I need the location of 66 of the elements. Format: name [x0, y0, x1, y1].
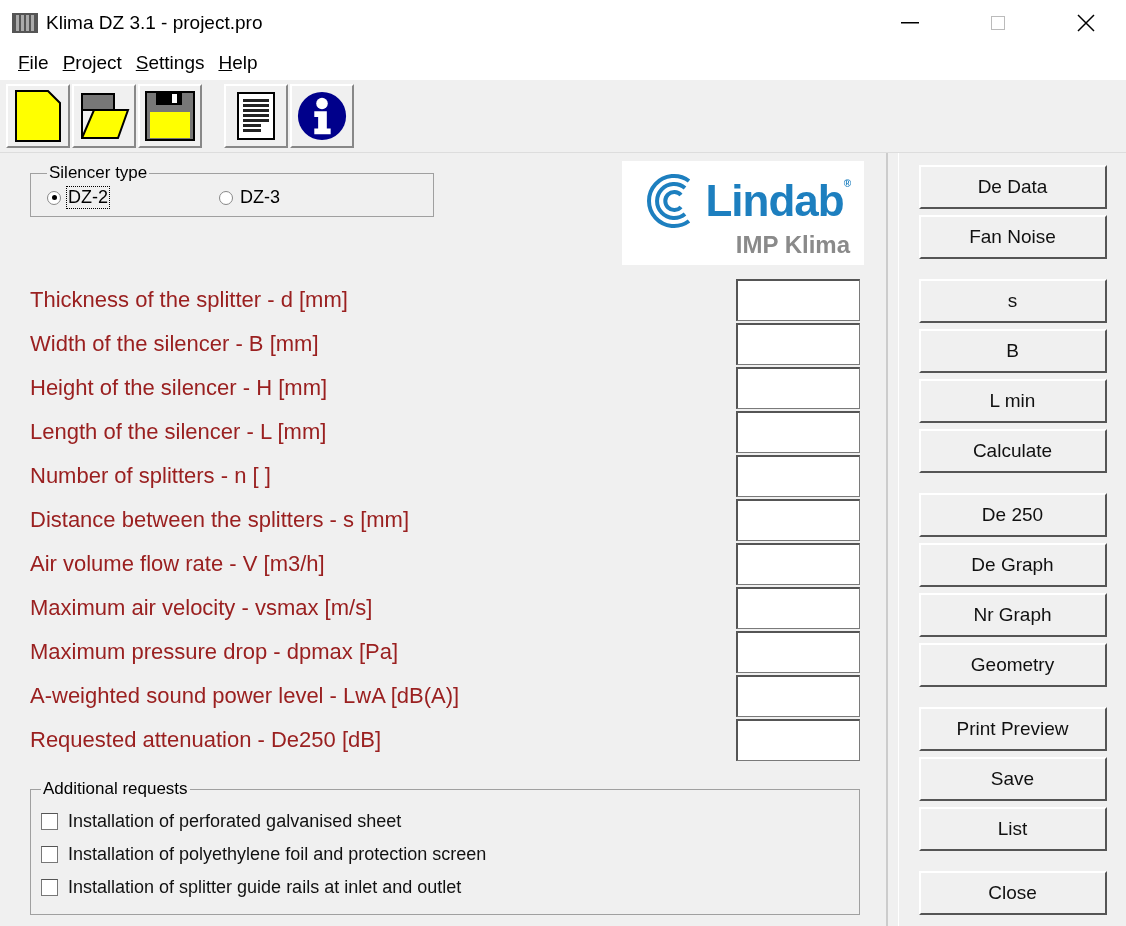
input-field[interactable] [736, 499, 860, 541]
group-title: Silencer type [48, 163, 149, 183]
checkbox-label: Installation of splitter guide rails at inlet and outlet [68, 877, 462, 898]
toolbar-button[interactable] [138, 84, 202, 148]
action-button[interactable]: List [918, 807, 1107, 851]
toolbar-button[interactable] [224, 84, 288, 148]
action-button[interactable]: Fan Noise [918, 215, 1107, 259]
logo-name: Lindab$^{®}$ [705, 179, 850, 223]
radio-option[interactable]: DZ-2 [47, 187, 109, 208]
toolbar-button[interactable] [290, 84, 354, 148]
close-icon [1077, 14, 1095, 32]
toolbar-button[interactable] [72, 84, 136, 148]
input-field[interactable] [736, 719, 860, 761]
checkbox[interactable] [41, 813, 58, 830]
field-label: Maximum pressure drop - dpmax [Pa] [30, 639, 399, 665]
action-button[interactable]: Close [918, 871, 1107, 915]
radio-option[interactable]: DZ-3 [219, 187, 281, 208]
document-icon [236, 91, 276, 141]
action-button[interactable]: Nr Graph [918, 593, 1107, 637]
input-field[interactable] [736, 587, 860, 629]
input-field[interactable] [736, 323, 860, 365]
window-title: Klima DZ 3.1 - project.pro [46, 12, 264, 34]
input-field[interactable] [736, 675, 860, 717]
group-title: Additional requests [42, 779, 189, 799]
action-button[interactable]: Calculate [918, 429, 1107, 473]
menu-item[interactable]: Help [218, 52, 258, 74]
checkbox-label: Installation of polyethylene foil and protection screen [68, 844, 487, 865]
action-button[interactable]: B [918, 329, 1107, 373]
input-field[interactable] [736, 411, 860, 453]
logo-subtitle: IMP Klima [735, 231, 850, 259]
action-button[interactable]: s [918, 279, 1107, 323]
input-field[interactable] [736, 543, 860, 585]
action-button[interactable]: Print Preview [918, 707, 1107, 751]
new-document-icon [14, 89, 62, 143]
field-label: Thickness of the splitter - d [mm] [30, 287, 348, 313]
input-field[interactable] [736, 631, 860, 673]
action-button[interactable]: L min [918, 379, 1107, 423]
checkbox[interactable] [41, 879, 58, 896]
menu-item[interactable]: Settings [135, 52, 205, 74]
action-button[interactable]: Geometry [918, 643, 1107, 687]
input-field[interactable] [736, 279, 860, 321]
action-button[interactable]: De 250 [918, 493, 1107, 537]
field-label: A-weighted sound power level - LwA [dB(A)] [30, 683, 460, 709]
field-label: Length of the silencer - L [mm] [30, 419, 327, 445]
action-button[interactable]: De Data [918, 165, 1107, 209]
menu-item[interactable]: Project [62, 52, 122, 74]
input-field[interactable] [736, 367, 860, 409]
field-label: Number of splitters - n [ ] [30, 463, 271, 489]
field-label: Height of the silencer - H [mm] [30, 375, 328, 401]
toolbar-button[interactable] [6, 84, 70, 148]
app-icon [12, 13, 38, 33]
menu-item[interactable]: File [18, 52, 49, 74]
action-button[interactable]: De Graph [918, 543, 1107, 587]
maximize-icon [991, 16, 1005, 30]
field-label: Maximum air velocity - vsmax [m/s] [30, 595, 373, 621]
input-field[interactable] [736, 455, 860, 497]
checkbox[interactable] [41, 846, 58, 863]
field-label: Air volume flow rate - V [m3/h] [30, 551, 325, 577]
info-icon [296, 89, 348, 143]
field-label: Requested attenuation - De250 [dB] [30, 727, 382, 753]
minimize-icon [901, 22, 919, 24]
checkbox-label: Installation of perforated galvanised sheet [68, 811, 402, 832]
folder-icon [78, 90, 130, 142]
field-label: Width of the silencer - B [mm] [30, 331, 319, 357]
field-label: Distance between the splitters - s [mm] [30, 507, 410, 533]
action-button[interactable]: Save [918, 757, 1107, 801]
